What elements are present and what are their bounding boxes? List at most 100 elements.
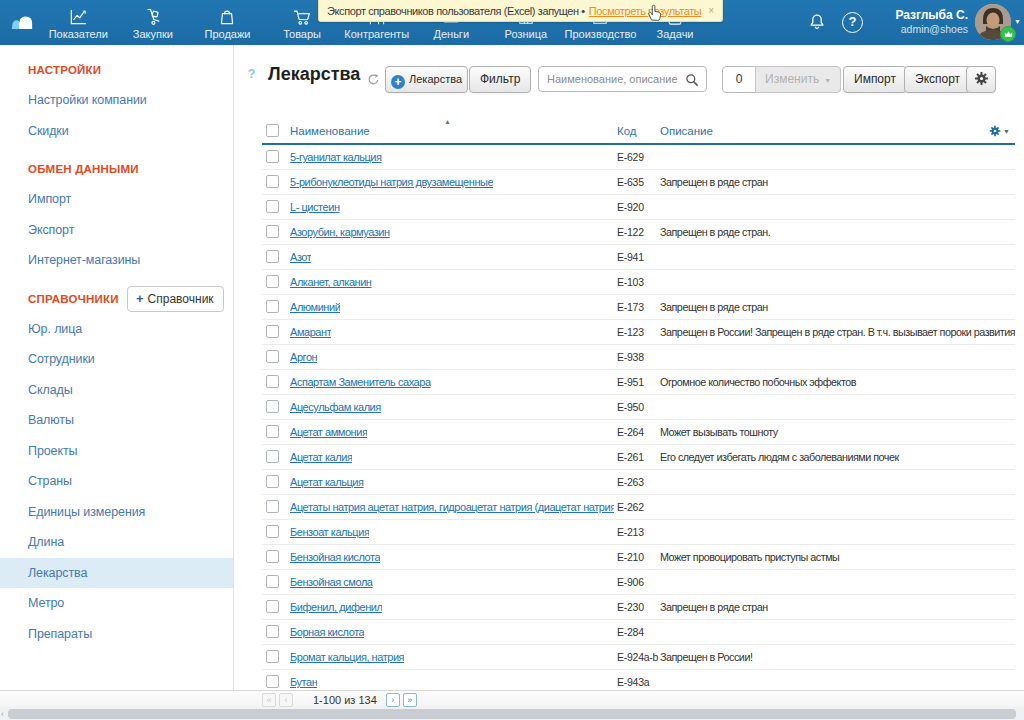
sidebar-item-длина[interactable]: Длина [0, 527, 233, 558]
user-menu-caret-icon[interactable]: ▼ [1014, 18, 1021, 25]
settings-gear-button[interactable] [966, 66, 996, 93]
sidebar-item-валюты[interactable]: Валюты [0, 405, 233, 436]
sidebar-section-title: НАСТРОЙКИ [0, 55, 233, 85]
row-checkbox[interactable] [266, 150, 279, 163]
item-name-link[interactable]: Ацетаты натрия ацетат натрия, гидроацета… [290, 501, 614, 513]
help-icon[interactable]: ? [842, 12, 863, 33]
sidebar-item-склады[interactable]: Склады [0, 375, 233, 406]
select-all-checkbox[interactable] [266, 124, 279, 137]
sort-asc-icon[interactable]: ▲ [444, 118, 451, 125]
item-name-link[interactable]: Алюминий [290, 301, 340, 313]
item-name-link[interactable]: Бифенил, дифенил [290, 601, 382, 613]
prev-page-button[interactable]: ‹ [279, 693, 293, 707]
row-checkbox[interactable] [266, 350, 279, 363]
item-name-link[interactable]: Ацетат аммония [290, 426, 367, 438]
item-name-link[interactable]: Азот [290, 251, 311, 263]
item-name-link[interactable]: Бензоат кальция [290, 526, 369, 538]
row-checkbox[interactable] [266, 550, 279, 563]
item-name-link[interactable]: Бензойная смола [290, 576, 373, 588]
toast-close-icon[interactable]: × [708, 5, 714, 16]
row-checkbox[interactable] [266, 300, 279, 313]
row-checkbox[interactable] [266, 275, 279, 288]
row-checkbox[interactable] [266, 325, 279, 338]
item-name-link[interactable]: Бромат кальция, натрия [290, 651, 404, 663]
notifications-bell-icon[interactable] [806, 11, 828, 33]
row-checkbox[interactable] [266, 450, 279, 463]
search-icon[interactable] [685, 73, 699, 87]
item-name-link[interactable]: Алканет, алканин [290, 276, 372, 288]
import-button[interactable]: Импорт [843, 66, 907, 93]
row-checkbox[interactable] [266, 200, 279, 213]
item-name-link[interactable]: Азорубин, кармуазин [290, 226, 390, 238]
row-checkbox[interactable] [266, 525, 279, 538]
row-checkbox[interactable] [266, 425, 279, 438]
item-name-link[interactable]: Ацесульфам калия [290, 401, 381, 413]
sidebar-item-единицы-измерения[interactable]: Единицы измерения [0, 497, 233, 528]
row-checkbox[interactable] [266, 675, 279, 688]
row-checkbox[interactable] [266, 475, 279, 488]
add-directory-button[interactable]: +Справочник [127, 286, 224, 312]
scrollbar-thumb[interactable] [8, 709, 1016, 719]
row-checkbox[interactable] [266, 500, 279, 513]
table-row: Аспартам Заменитель сахараE-951Огромное … [262, 370, 1015, 395]
item-code: E-261 [617, 451, 644, 463]
sidebar-item-проекты[interactable]: Проекты [0, 436, 233, 467]
sidebar-item-настройки-компании[interactable]: Настройки компании [0, 85, 233, 116]
first-page-button[interactable]: « [262, 693, 276, 707]
item-description: Запрещен в ряде стран [660, 601, 768, 613]
row-checkbox[interactable] [266, 650, 279, 663]
next-page-button[interactable]: › [386, 693, 400, 707]
last-page-button[interactable]: » [403, 693, 417, 707]
row-checkbox[interactable] [266, 575, 279, 588]
item-name-link[interactable]: Бутан [290, 676, 317, 688]
item-name-link[interactable]: Бензойная кислота [290, 551, 380, 563]
item-description: Запрещен в России! [660, 651, 752, 663]
row-checkbox[interactable] [266, 600, 279, 613]
change-button[interactable]: Изменить▼ [755, 66, 841, 93]
create-button[interactable]: +Лекарства [385, 66, 468, 93]
column-header-name[interactable]: Наименование [290, 125, 370, 137]
sidebar-item-сотрудники[interactable]: Сотрудники [0, 344, 233, 375]
export-button[interactable]: Экспорт [904, 66, 971, 93]
sidebar-item-страны[interactable]: Страны [0, 466, 233, 497]
item-name-link[interactable]: Аргон [290, 351, 317, 363]
sidebar-item-юр-лица[interactable]: Юр. лица [0, 314, 233, 345]
item-name-link[interactable]: Амарант [290, 326, 331, 338]
title-help-icon[interactable]: ? [248, 67, 255, 81]
row-checkbox[interactable] [266, 625, 279, 638]
item-name-link[interactable]: 5-рибонуклеотиды натрия двузамещенные [290, 176, 493, 188]
item-name-link[interactable]: Ацетат калия [290, 451, 352, 463]
row-checkbox[interactable] [266, 375, 279, 388]
sidebar-item-скидки[interactable]: Скидки [0, 116, 233, 147]
scroll-left-icon[interactable]: ‹ [1, 708, 4, 720]
nav-item-purchases[interactable]: Закупки [116, 0, 191, 45]
sidebar-item-интернет-магазины[interactable]: Интернет-магазины [0, 245, 233, 276]
item-name-link[interactable]: L- цистеин [290, 201, 340, 213]
row-checkbox[interactable] [266, 225, 279, 238]
refresh-icon[interactable] [367, 73, 380, 86]
item-name-link[interactable]: Ацетат кальция [290, 476, 364, 488]
sidebar-item-лекарства[interactable]: Лекарства [0, 558, 233, 589]
user-block[interactable]: Разглыба С. admin@shoes [895, 7, 968, 36]
item-name-link[interactable]: 5-гуанилат кальция [290, 151, 382, 163]
filter-button[interactable]: Фильтр [469, 66, 531, 93]
horizontal-scrollbar[interactable]: ‹ [0, 708, 1024, 720]
item-name-link[interactable]: Аспартам Заменитель сахара [290, 376, 431, 388]
column-header-desc[interactable]: Описание [660, 125, 713, 137]
column-settings-gear-icon[interactable]: ▼ [989, 123, 1010, 141]
item-code: E-635 [617, 176, 644, 188]
row-checkbox[interactable] [266, 250, 279, 263]
nav-item-indicators[interactable]: Показатели [41, 0, 116, 45]
table-row: Бромат кальция, натрияE-924a-bЗапрещен в… [262, 645, 1015, 670]
item-name-link[interactable]: Борная кислота [290, 626, 364, 638]
sidebar-item-препараты[interactable]: Препараты [0, 619, 233, 650]
row-checkbox[interactable] [266, 175, 279, 188]
nav-item-sales[interactable]: Продажи [190, 0, 265, 45]
search-input[interactable] [547, 68, 685, 90]
moysklad-logo[interactable] [10, 15, 34, 30]
sidebar-item-импорт[interactable]: Импорт [0, 184, 233, 215]
sidebar-item-метро[interactable]: Метро [0, 588, 233, 619]
row-checkbox[interactable] [266, 400, 279, 413]
sidebar-item-экспорт[interactable]: Экспорт [0, 215, 233, 246]
column-header-code[interactable]: Код [617, 125, 637, 137]
